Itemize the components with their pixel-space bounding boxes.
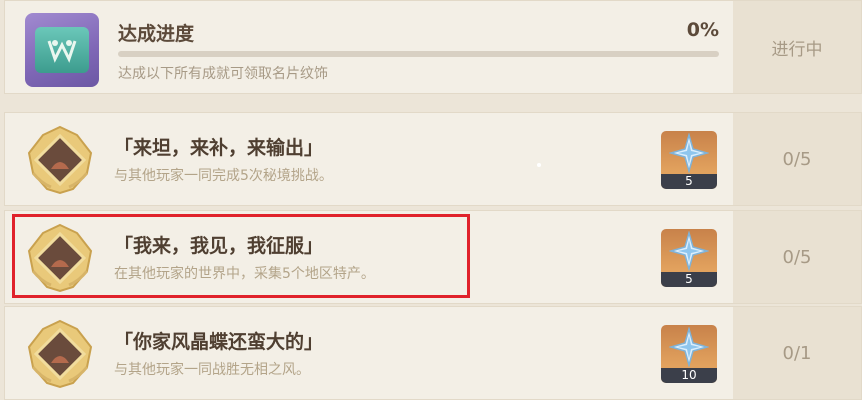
progress-main: 达成进度 0% 达成以下所有成就可领取名片纹饰 bbox=[5, 1, 733, 93]
achievement-description: 与其他玩家一同完成5次秘境挑战。 bbox=[114, 168, 333, 184]
achievement-badge-icon bbox=[27, 319, 93, 389]
sparkle bbox=[537, 163, 541, 167]
reward-item[interactable]: 5 bbox=[661, 131, 717, 189]
progress-percent: 0% bbox=[686, 19, 719, 41]
progress-description: 达成以下所有成就可领取名片纹饰 bbox=[118, 66, 328, 82]
namecard-emblem bbox=[35, 27, 89, 73]
achievement-badge-icon bbox=[27, 125, 93, 195]
progress-bar bbox=[118, 51, 719, 57]
reward-item[interactable]: 10 bbox=[661, 325, 717, 383]
emblem-icon bbox=[47, 40, 77, 63]
progress-card: 达成进度 0% 达成以下所有成就可领取名片纹饰 进行中 bbox=[4, 0, 862, 94]
achievement-progress: 0/5 bbox=[733, 113, 861, 205]
achievement-description: 与其他玩家一同战胜无相之风。 bbox=[114, 362, 310, 378]
progress-title: 达成进度 bbox=[118, 23, 195, 45]
reward-item[interactable]: 5 bbox=[661, 229, 717, 287]
achievement-main: 「来坦，来补，来输出」 与其他玩家一同完成5次秘境挑战。 5 bbox=[5, 113, 733, 205]
achievement-progress: 0/5 bbox=[733, 211, 861, 303]
namecard-icon bbox=[25, 13, 99, 87]
reward-count: 5 bbox=[661, 272, 717, 287]
achievement-row[interactable]: 「你家风晶蝶还蛮大的」 与其他玩家一同战胜无相之风。 10 0/1 bbox=[4, 306, 862, 400]
primogem-icon bbox=[669, 133, 709, 173]
achievement-title: 「来坦，来补，来输出」 bbox=[114, 137, 324, 159]
achievement-title: 「你家风晶蝶还蛮大的」 bbox=[114, 331, 324, 353]
primogem-icon bbox=[669, 327, 709, 367]
progress-status: 进行中 bbox=[733, 1, 861, 93]
achievement-row[interactable]: 「来坦，来补，来输出」 与其他玩家一同完成5次秘境挑战。 5 0/5 bbox=[4, 112, 862, 206]
achievement-main: 「你家风晶蝶还蛮大的」 与其他玩家一同战胜无相之风。 10 bbox=[5, 307, 733, 399]
reward-count: 10 bbox=[661, 368, 717, 383]
highlight-box bbox=[12, 214, 470, 298]
primogem-icon bbox=[669, 231, 709, 271]
reward-count: 5 bbox=[661, 174, 717, 189]
achievement-progress: 0/1 bbox=[733, 307, 861, 399]
